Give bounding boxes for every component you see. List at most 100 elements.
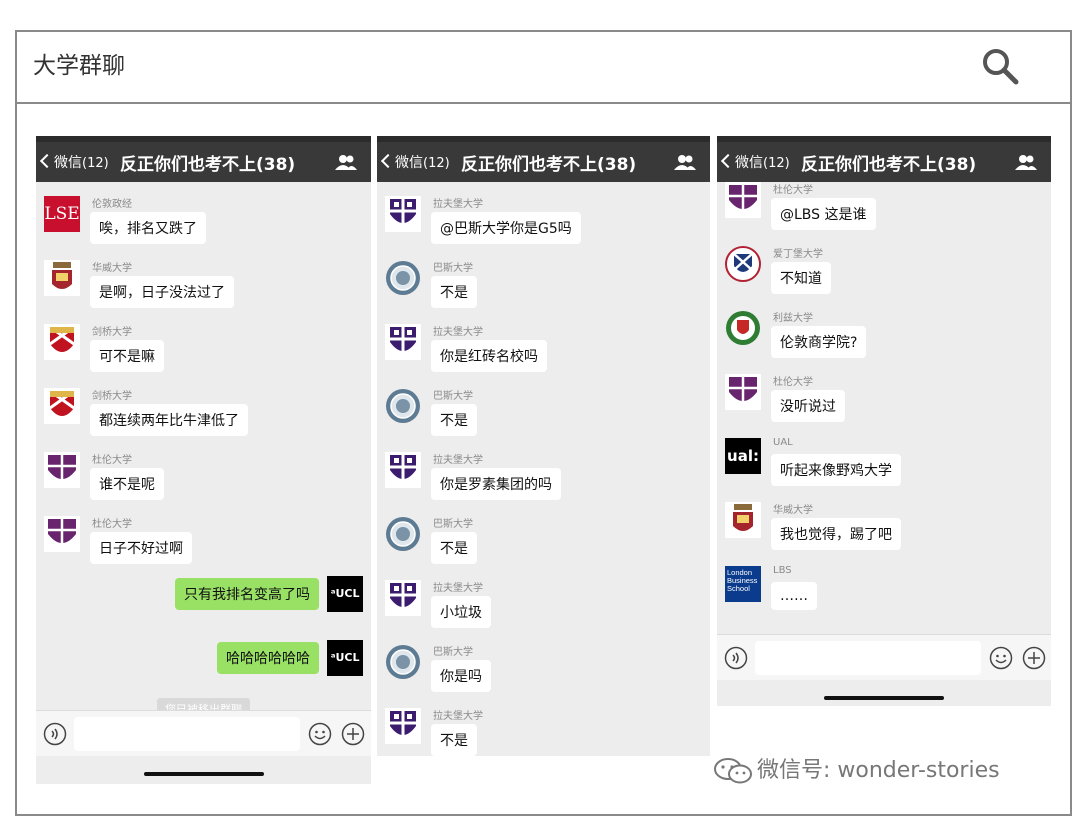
message-row: 剑桥大学 都连续两年比牛津低了: [36, 374, 371, 438]
chat-screenshot-3: 微信(12) 反正你们也考不上(38) 杜伦大学 @LBS 这是谁 爱丁堡大学 不知道…: [717, 136, 1051, 706]
self-message-bubble[interactable]: 哈哈哈哈哈哈: [217, 642, 319, 674]
unread-count: (12): [82, 156, 109, 171]
message-bubble[interactable]: 日子不好过啊: [90, 532, 192, 564]
sender-name: 巴斯大学: [433, 519, 473, 530]
bath-seal-icon[interactable]: [385, 516, 421, 552]
chevron-left-icon: [39, 153, 55, 169]
message-row: 利兹大学 伦敦商学院?: [717, 296, 1051, 360]
message-bubble[interactable]: 伦敦商学院?: [771, 326, 867, 358]
sender-name: 巴斯大学: [433, 647, 473, 658]
message-row: 剑桥大学 可不是嘛: [36, 310, 371, 374]
lse-avatar[interactable]: LSE: [44, 196, 80, 232]
durham-crest-icon[interactable]: [725, 182, 761, 218]
leeds-crest-icon[interactable]: [725, 310, 761, 346]
message-row: 杜伦大学 谁不是呢: [36, 438, 371, 502]
edinburgh-crest-icon[interactable]: [725, 246, 761, 282]
chat-title: 反正你们也考不上(38): [120, 155, 296, 175]
lbs-avatar[interactable]: London Business School: [725, 566, 761, 602]
message-list: LSE 伦敦政经 唉，排名又跌了 华威大学 是啊，日子没法过了 剑桥大学 可不是…: [36, 182, 371, 722]
message-row: 巴斯大学 不是: [377, 502, 710, 566]
message-row: 巴斯大学 不是: [377, 374, 710, 438]
message-list: 拉夫堡大学 @巴斯大学你是G5吗 巴斯大学 不是 拉夫堡大学 你是红砖名校吗 巴斯大学 不是拉…: [377, 182, 710, 756]
message-row: ual: UAL 听起来像野鸡大学: [717, 424, 1051, 488]
group-members-icon[interactable]: [674, 154, 696, 170]
message-bubble[interactable]: 不是: [431, 404, 477, 436]
message-bubble[interactable]: 唉，排名又跌了: [90, 212, 206, 244]
voice-input-icon[interactable]: [724, 646, 748, 670]
page-title: 大学群聊: [33, 53, 125, 79]
message-bubble[interactable]: 不是: [431, 276, 477, 308]
message-row: 杜伦大学 没听说过: [717, 360, 1051, 424]
back-button[interactable]: 微信(12): [380, 152, 456, 172]
ual-avatar[interactable]: ual:: [725, 438, 761, 474]
message-bubble[interactable]: @巴斯大学你是G5吗: [431, 212, 581, 244]
sender-name: 杜伦大学: [92, 519, 132, 530]
sender-name: 华威大学: [92, 263, 132, 274]
chat-navbar: 微信(12) 反正你们也考不上(38): [36, 142, 371, 182]
sender-name: 杜伦大学: [773, 185, 813, 196]
message-bubble[interactable]: 小垃圾: [431, 596, 491, 628]
sender-name: 剑桥大学: [92, 327, 132, 338]
warwick-crest-icon[interactable]: [44, 260, 80, 296]
emoji-icon[interactable]: [989, 646, 1013, 670]
bath-seal-icon[interactable]: [385, 388, 421, 424]
loughborough-crest-icon[interactable]: [385, 452, 421, 488]
home-indicator[interactable]: [144, 772, 264, 776]
search-icon[interactable]: [980, 46, 1020, 86]
message-input[interactable]: [755, 641, 981, 675]
message-row: 华威大学我也觉得，踢了吧: [717, 488, 1051, 552]
message-bubble[interactable]: 不是: [431, 532, 477, 564]
message-bubble[interactable]: 你是红砖名校吗: [431, 340, 547, 372]
message-bubble[interactable]: 谁不是呢: [90, 468, 164, 500]
message-row: 杜伦大学 日子不好过啊: [36, 502, 371, 566]
message-bubble[interactable]: 没听说过: [771, 390, 845, 422]
loughborough-crest-icon[interactable]: [385, 324, 421, 360]
emoji-icon[interactable]: [308, 722, 332, 746]
ucl-avatar[interactable]: ᵃUCL: [327, 640, 363, 676]
voice-input-icon[interactable]: [43, 722, 67, 746]
message-bubble[interactable]: 你是吗: [431, 660, 491, 692]
message-bubble[interactable]: 不知道: [771, 262, 831, 294]
message-bubble[interactable]: ……: [771, 582, 817, 610]
sender-name: 华威大学: [773, 505, 813, 516]
group-members-icon[interactable]: [335, 154, 357, 170]
message-bubble[interactable]: @LBS 这是谁: [771, 198, 876, 230]
message-bubble[interactable]: 都连续两年比牛津低了: [90, 404, 248, 436]
sender-name: 巴斯大学: [433, 263, 473, 274]
bath-seal-icon[interactable]: [385, 644, 421, 680]
message-row: London Business School LBS ……: [717, 552, 1051, 616]
loughborough-crest-icon[interactable]: [385, 580, 421, 616]
message-row: 拉夫堡大学 不是: [377, 694, 710, 756]
back-button[interactable]: 微信(12): [39, 152, 115, 172]
message-row: LSE 伦敦政经 唉，排名又跌了: [36, 182, 371, 246]
durham-crest-icon[interactable]: [44, 452, 80, 488]
bath-seal-icon[interactable]: [385, 260, 421, 296]
message-bubble[interactable]: 听起来像野鸡大学: [771, 454, 901, 486]
message-bubble[interactable]: 我也觉得，踢了吧: [771, 518, 901, 550]
durham-crest-icon[interactable]: [725, 374, 761, 410]
message-bubble[interactable]: 不是: [431, 724, 477, 756]
plus-icon[interactable]: [1022, 646, 1046, 670]
home-indicator[interactable]: [824, 696, 944, 700]
loughborough-crest-icon[interactable]: [385, 708, 421, 744]
message-bubble[interactable]: 是啊，日子没法过了: [90, 276, 234, 308]
sender-name: UAL: [773, 437, 793, 448]
durham-crest-icon[interactable]: [44, 516, 80, 552]
sender-name: 剑桥大学: [92, 391, 132, 402]
sender-name: LBS: [773, 565, 792, 576]
message-bubble[interactable]: 可不是嘛: [90, 340, 164, 372]
warwick-crest-icon[interactable]: [725, 502, 761, 538]
sender-name: 拉夫堡大学: [433, 455, 483, 466]
message-input[interactable]: [74, 717, 300, 751]
cambridge-crest-icon[interactable]: [44, 324, 80, 360]
message-row: 巴斯大学 不是: [377, 246, 710, 310]
cambridge-crest-icon[interactable]: [44, 388, 80, 424]
ucl-avatar[interactable]: ᵃUCL: [327, 576, 363, 612]
message-row: 爱丁堡大学 不知道: [717, 232, 1051, 296]
plus-icon[interactable]: [341, 722, 365, 746]
sender-name: 伦敦政经: [92, 199, 132, 210]
self-message-bubble[interactable]: 只有我排名变高了吗: [175, 578, 319, 610]
message-bubble[interactable]: 你是罗素集团的吗: [431, 468, 561, 500]
chat-input-bar: [717, 634, 1051, 680]
loughborough-crest-icon[interactable]: [385, 196, 421, 232]
